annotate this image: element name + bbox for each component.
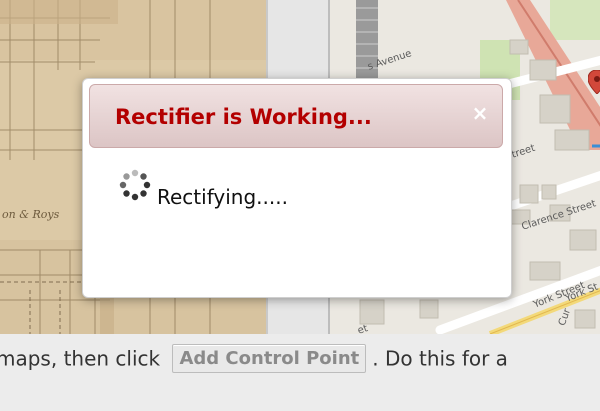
dialog-header: Rectifier is Working... × [89,84,503,148]
dialog-title: Rectifier is Working... [115,105,372,129]
add-control-point-button[interactable]: Add Control Point [172,344,367,373]
close-icon[interactable]: × [470,103,490,123]
loading-spinner-icon [119,169,151,201]
dialog-body: Rectifying..... [119,169,479,219]
instruction-text-before: maps, then click [0,346,167,371]
rectifier-dialog: Rectifier is Working... × Rectifying....… [82,78,512,298]
instruction-bar: maps, then click Add Control Point. Do t… [0,334,600,411]
status-text: Rectifying..... [157,185,288,209]
historic-map-label: on & Roys [2,208,60,221]
map-pin-icon[interactable] [588,70,600,94]
instruction-line: maps, then click Add Control Point. Do t… [0,344,508,373]
instruction-text-after: . Do this for a [372,346,508,371]
